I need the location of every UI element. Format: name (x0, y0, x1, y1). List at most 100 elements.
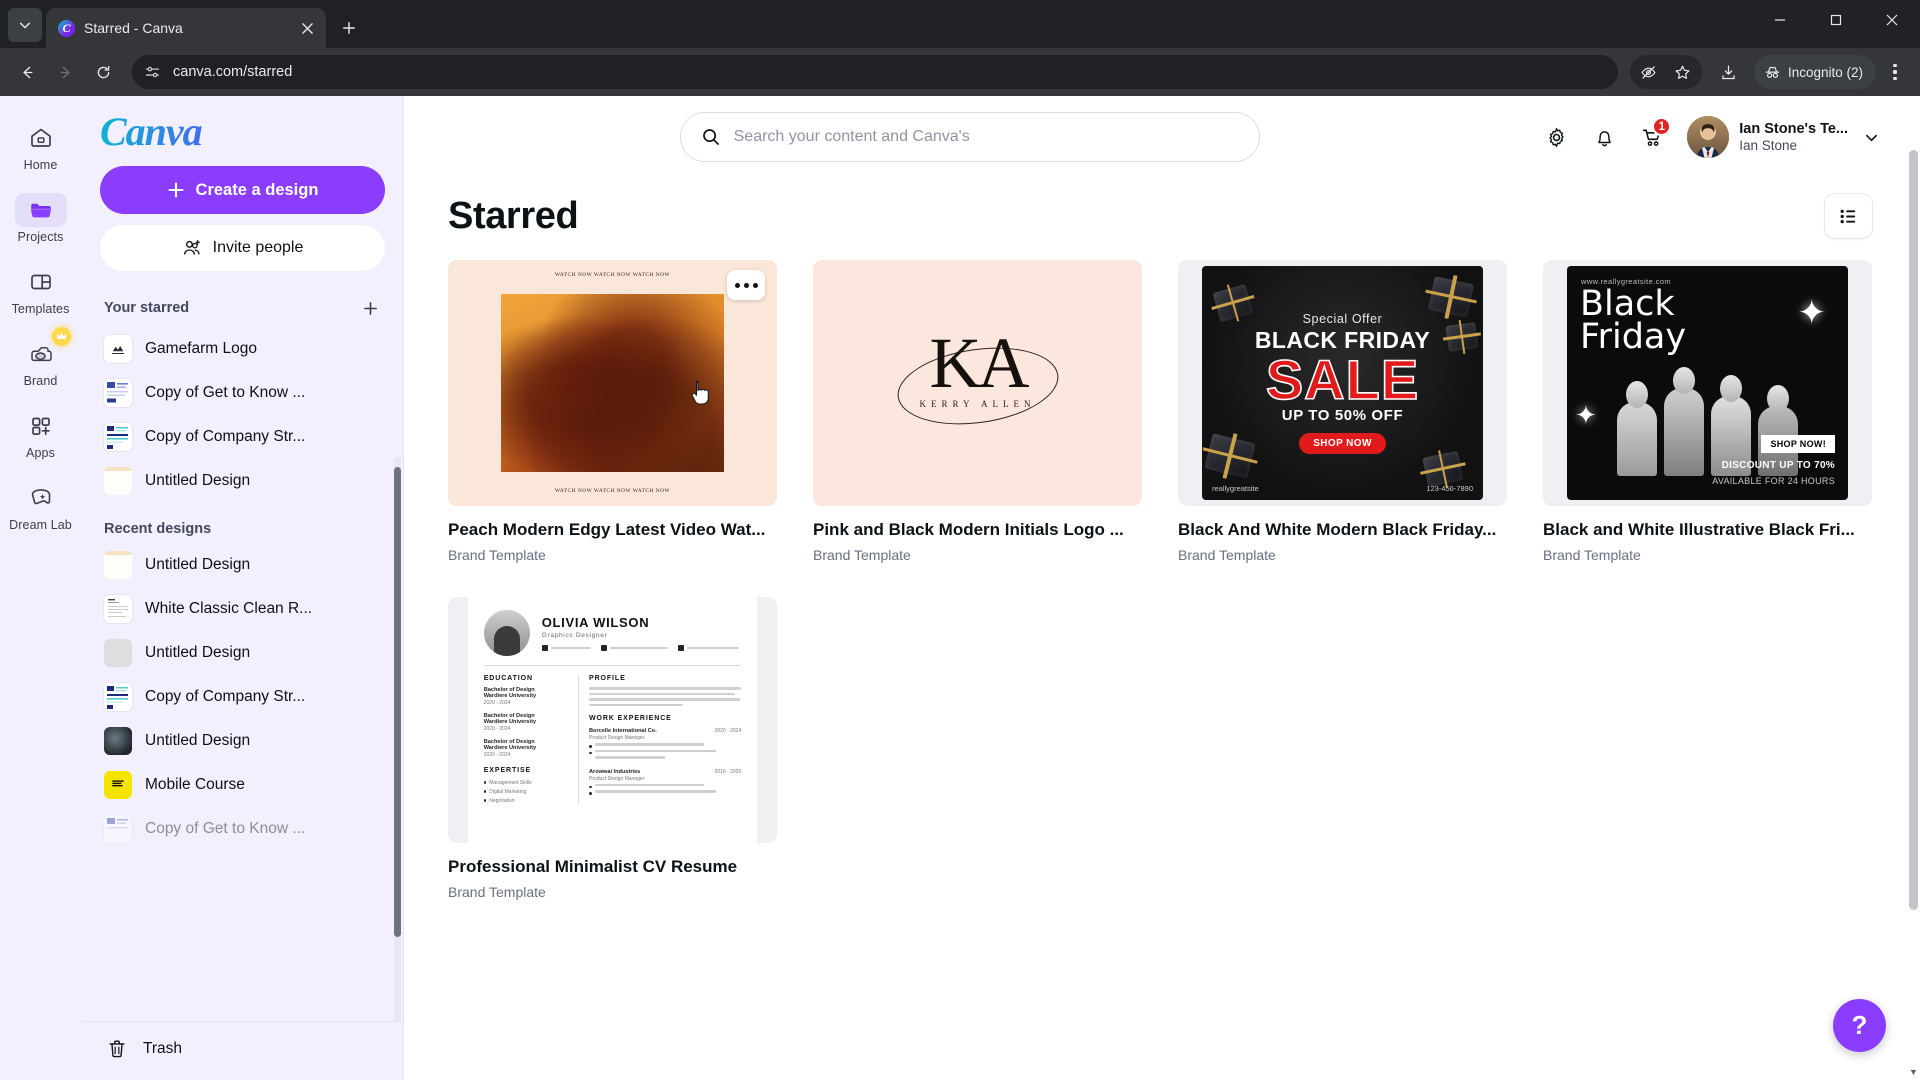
design-thumbnail (104, 683, 132, 711)
back-button[interactable] (10, 55, 44, 89)
design-thumbnail-black-friday-illustrative[interactable]: www.reallygreatsite.com Black Friday ✦ ✦ (1543, 260, 1872, 506)
cv-years: 2020 - 2024 (483, 726, 511, 732)
design-thumbnail-peach-video[interactable]: WATCH NOW WATCH NOW WATCH NOW WATCH NOW … (448, 260, 777, 506)
three-dots-vertical-icon (1893, 64, 1897, 68)
sidebar-item-untitled-design-1[interactable]: Untitled Design (82, 459, 403, 503)
tab-strip: C Starred - Canva (0, 0, 1920, 48)
settings-button[interactable] (1535, 116, 1577, 158)
sidebar-scrollbar[interactable] (394, 457, 401, 1021)
browser-tab[interactable]: C Starred - Canva (46, 8, 326, 48)
headline-text: Black Friday (1580, 287, 1686, 355)
design-card-subtitle: Brand Template (813, 547, 911, 563)
invite-people-button[interactable]: Invite people (100, 225, 385, 271)
account-chevron-button[interactable] (1858, 124, 1884, 150)
account-menu[interactable]: Ian Stone's Te... Ian Stone (1687, 116, 1884, 158)
search-box[interactable] (679, 112, 1260, 162)
url-text: canva.com/starred (173, 64, 293, 80)
rail-item-templates[interactable]: Templates (5, 258, 77, 320)
special-offer-text: Special Offer (1302, 311, 1383, 326)
tracking-protection-button[interactable] (1632, 55, 1666, 89)
minimize-button[interactable] (1752, 0, 1808, 40)
cv-dates: 2016 - 2020 (714, 768, 742, 775)
new-tab-button[interactable] (332, 11, 366, 45)
address-bar[interactable]: canva.com/starred (132, 55, 1618, 89)
view-toggle-button[interactable] (1825, 194, 1872, 238)
sidebar-item-copy-of-get-to-know[interactable]: Copy of Get to Know ... (82, 371, 403, 415)
trash-icon (109, 1040, 125, 1058)
plus-icon (167, 182, 184, 198)
design-thumbnail-black-friday-sale[interactable]: Special Offer BLACK FRIDAY SALE UP TO 50… (1178, 260, 1507, 506)
recent-designs-title: Recent designs (104, 521, 212, 537)
sidebar-item-mobile-course[interactable]: Mobile Course (82, 763, 403, 807)
create-a-design-button[interactable]: Create a design (100, 166, 385, 214)
close-tab-button[interactable] (296, 17, 318, 39)
design-card-title[interactable]: Black And White Modern Black Friday... (1178, 520, 1507, 540)
rail-item-brand[interactable]: CO Brand (5, 327, 77, 392)
bookmark-button[interactable] (1666, 55, 1700, 89)
design-thumbnail (104, 379, 132, 407)
main-scrollbar[interactable]: ▼ (1907, 96, 1920, 1080)
sidebar-item-label: Untitled Design (145, 732, 251, 749)
sidebar-item-untitled-design-4[interactable]: Untitled Design (82, 719, 403, 763)
rail-item-projects[interactable]: Projects (5, 186, 77, 248)
availability-text: AVAILABLE FOR 24 HOURS (1712, 476, 1835, 486)
canva-logo[interactable]: Canva (82, 96, 403, 162)
design-card-subtitle: Brand Template (448, 884, 546, 900)
cv-company: Borcelle International Co. (589, 728, 657, 734)
sidebar-item-trash[interactable]: Trash (82, 1026, 403, 1072)
downloads-button[interactable] (1712, 55, 1746, 89)
sidebar-item-label: Untitled Design (145, 644, 251, 661)
design-card-title[interactable]: Black and White Illustrative Black Fri..… (1543, 520, 1872, 540)
maximize-button[interactable] (1808, 0, 1864, 40)
close-window-button[interactable] (1864, 0, 1920, 40)
sidebar-item-copy-of-company-str-1[interactable]: Copy of Company Str... (82, 415, 403, 459)
design-thumbnail-ka-monogram[interactable]: KA KERRY ALLEN (813, 260, 1142, 506)
arrow-right-icon (60, 66, 70, 78)
design-thumbnail-cv-resume[interactable]: OLIVIA WILSON Graphics Designer EDUCATIO… (448, 597, 777, 843)
invite-people-label: Invite people (212, 239, 304, 256)
account-user-name: Ian Stone (1739, 137, 1798, 153)
help-button[interactable]: ? (1833, 999, 1886, 1052)
thumbnail-footer: reallygreatsite 123-456-7890 (1212, 484, 1473, 493)
sidebar-item-untitled-design-2[interactable]: Untitled Design (82, 543, 403, 587)
main-scrollbar-thumb[interactable] (1909, 150, 1918, 910)
sidebar-item-white-classic-clean-r[interactable]: White Classic Clean R... (82, 587, 403, 631)
design-card-title[interactable]: Pink and Black Modern Initials Logo ... (813, 520, 1142, 540)
thumbnail-art: OLIVIA WILSON Graphics Designer EDUCATIO… (467, 597, 758, 843)
add-people-icon (183, 240, 200, 255)
sidebar-item-gamefarm-logo[interactable]: Gamefarm Logo (82, 327, 403, 371)
sidebar-item-copy-of-get-to-know-2[interactable]: Copy of Get to Know ... (82, 807, 403, 851)
design-card: Special Offer BLACK FRIDAY SALE UP TO 50… (1178, 260, 1507, 563)
bell-icon (1597, 130, 1611, 146)
tab-search-button[interactable] (8, 8, 42, 42)
sidebar-item-copy-of-company-str-2[interactable]: Copy of Company Str... (82, 675, 403, 719)
site-settings-icon[interactable] (144, 64, 161, 81)
more-options-icon[interactable] (727, 270, 765, 300)
notifications-button[interactable] (1583, 116, 1625, 158)
gift-box-decoration (1427, 276, 1475, 318)
design-thumbnail (104, 335, 132, 363)
sidebar-item-untitled-design-3[interactable]: Untitled Design (82, 631, 403, 675)
design-card-title[interactable]: Peach Modern Edgy Latest Video Wat... (448, 520, 777, 540)
incognito-indicator[interactable]: Incognito (2) (1753, 55, 1876, 89)
monogram-name: KERRY ALLEN (919, 399, 1036, 409)
scrollbar-down-arrow[interactable]: ▼ (1908, 1067, 1919, 1077)
reload-button[interactable] (86, 55, 120, 89)
rail-item-home[interactable]: Home (5, 114, 77, 176)
browser-menu-button[interactable] (1880, 55, 1910, 89)
forward-button[interactable] (48, 55, 82, 89)
cv-school: Wardiere University (483, 719, 537, 725)
design-card-title[interactable]: Professional Minimalist CV Resume (448, 857, 777, 877)
browser-window: C Starred - Canva canva.com/starred Inco… (0, 0, 1920, 1080)
cv-school: Wardiere University (483, 745, 537, 751)
chevron-down-icon (1865, 134, 1877, 141)
sidebar-scrollbar-thumb[interactable] (394, 467, 401, 937)
cart-button[interactable]: 1 (1631, 116, 1673, 158)
search-input[interactable] (733, 128, 1239, 146)
download-icon (1722, 64, 1736, 79)
add-starred-button[interactable] (357, 295, 383, 321)
sidebar-item-label: Mobile Course (145, 776, 245, 793)
rail-item-dream-lab[interactable]: Dream Lab (5, 474, 77, 536)
rail-item-apps[interactable]: Apps (5, 402, 77, 464)
cv-name: OLIVIA WILSON (541, 615, 650, 630)
